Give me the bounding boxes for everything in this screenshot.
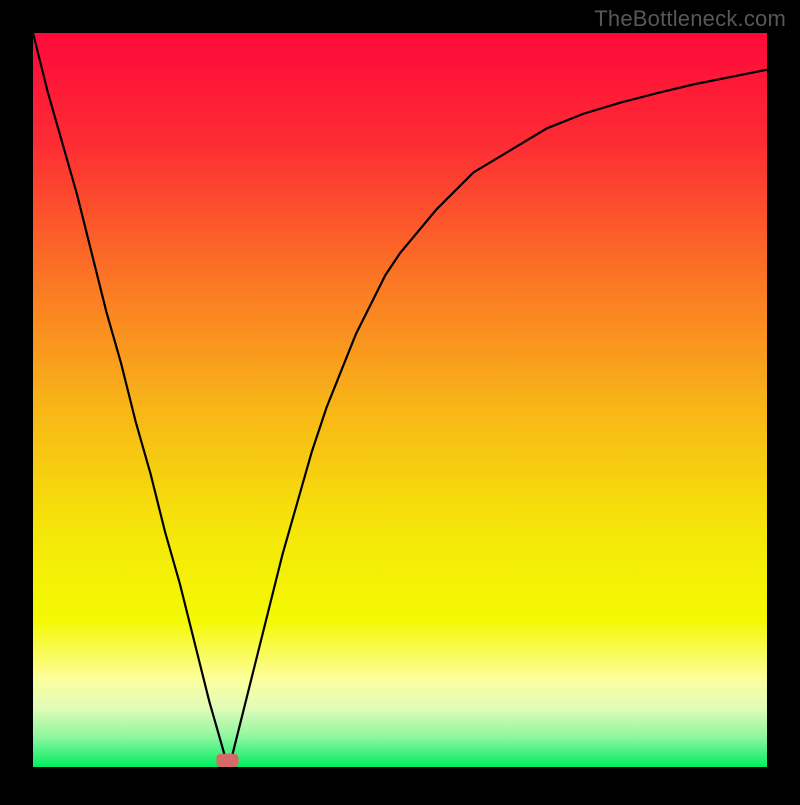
chart-gradient-bg [33,33,767,767]
optimal-marker [217,754,239,767]
chart-svg [0,0,800,800]
watermark-text: TheBottleneck.com [594,6,786,32]
bottleneck-chart: TheBottleneck.com [0,0,800,800]
